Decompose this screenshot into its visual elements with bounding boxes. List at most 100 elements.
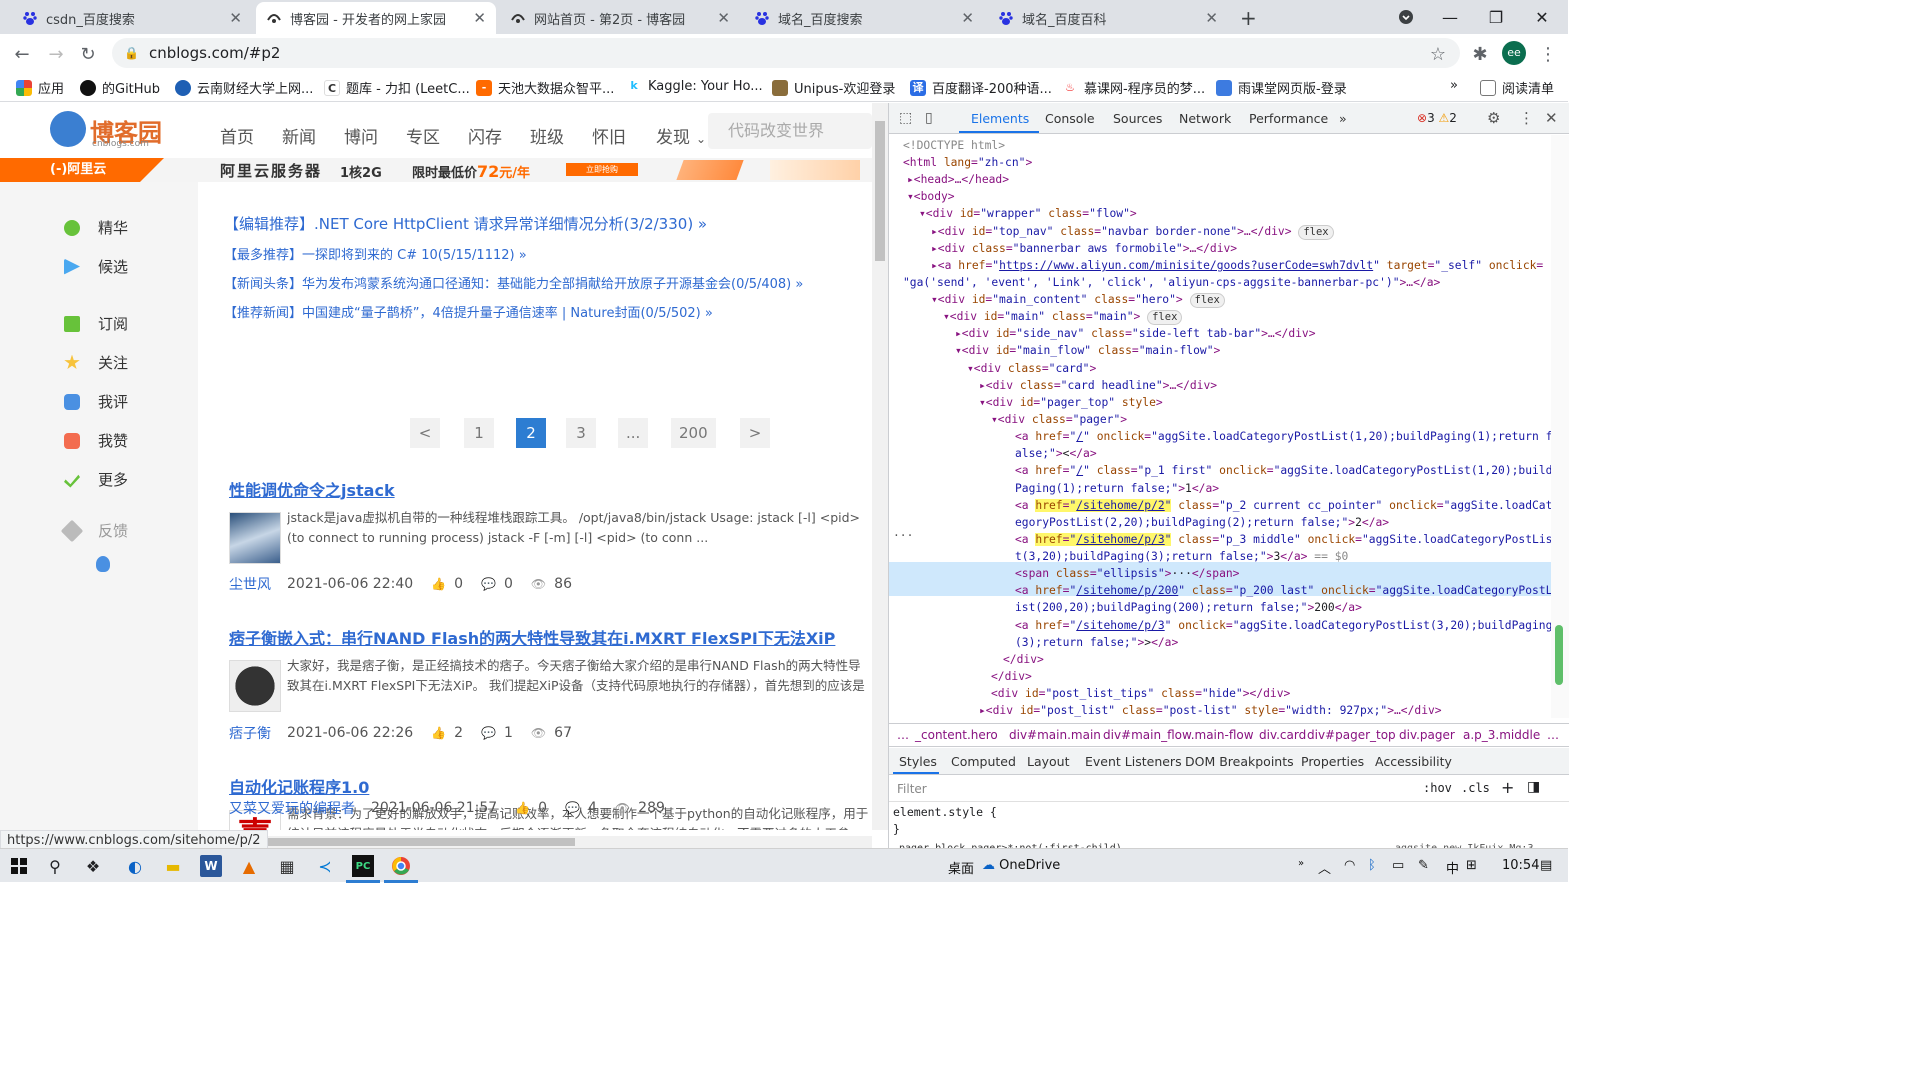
profile-avatar[interactable]: ee (1502, 41, 1526, 65)
tab-properties[interactable]: Properties (1301, 754, 1364, 769)
ime-indicator[interactable]: 中 (1446, 858, 1459, 877)
devtools-more-icon[interactable]: ⋮ (1519, 109, 1534, 127)
crumb[interactable]: div.pager (1399, 728, 1455, 742)
page-vertical-scrollbar[interactable] (872, 103, 888, 830)
crumb[interactable]: div#main.main (1009, 728, 1101, 742)
bookmark-leetcode[interactable]: C 题库 - 力扣 (LeetC... (324, 78, 470, 97)
element-style-rule[interactable]: element.style { (893, 805, 997, 819)
pager-page-2-current[interactable]: 2 (516, 418, 546, 448)
crumb-current[interactable]: a.p_3.middle (1463, 728, 1540, 742)
back-arrow-icon[interactable]: ← (8, 40, 36, 68)
headline-recommended-news[interactable]: 【推荐新闻】中国建成“量子鹊桥”，4倍提升量子通信速率 | Nature封面(0… (224, 302, 713, 321)
tab-elements[interactable]: Elements (971, 111, 1029, 126)
wifi-icon[interactable]: ◠ (1344, 858, 1355, 873)
tab-dom-breakpoints[interactable]: DOM Breakpoints (1185, 754, 1294, 769)
search-icon[interactable]: ⚲ (44, 855, 66, 877)
pager-page-3[interactable]: 3 (566, 418, 596, 448)
pager-page-1[interactable]: 1 (464, 418, 494, 448)
desktop-toolbar[interactable]: 桌面 (948, 858, 974, 877)
post-title[interactable]: 痞子衡嵌入式：串行NAND Flash的两大特性导致其在i.MXRT FlexS… (229, 625, 835, 649)
post-comments[interactable]: 💬 1 (481, 725, 513, 741)
headline-editor-pick[interactable]: 【编辑推荐】.NET Core HttpClient 请求异常详细情况分析(3/… (224, 213, 707, 234)
hover-state-toggle[interactable]: :hov (1423, 781, 1452, 795)
dom-tree[interactable]: <!DOCTYPE html> <html lang="zh-cn"> ▸<he… (889, 135, 1551, 718)
post-comments[interactable]: 💬 4 (565, 800, 597, 816)
crumb[interactable]: div#main_flow.main-flow (1103, 728, 1254, 742)
edge-browser-icon[interactable]: ◐ (124, 855, 146, 877)
bookmark-ynufe[interactable]: 云南财经大学上网... (175, 78, 313, 97)
tab-performance[interactable]: Performance (1249, 111, 1328, 126)
class-toggle[interactable]: .cls (1461, 781, 1490, 795)
close-devtools-icon[interactable]: ✕ (1545, 109, 1558, 127)
browser-tab-5[interactable]: 域名_百度百科 ✕ (988, 2, 1228, 34)
browser-tab-2[interactable]: 博客园 - 开发者的网上家园 ✕ (256, 2, 496, 34)
tab-sources[interactable]: Sources (1113, 111, 1162, 126)
post-comments[interactable]: 💬 0 (481, 576, 513, 592)
post-author[interactable]: 又菜又爱玩的编程者 (229, 798, 355, 818)
sidebar-item-feedback[interactable]: 反馈 (60, 519, 128, 542)
sidebar-item-my-likes[interactable]: 我赞 (64, 430, 128, 451)
pager-page-200[interactable]: 200 (671, 418, 716, 448)
crumb[interactable]: … (897, 728, 909, 742)
new-tab-button[interactable]: + (1240, 6, 1257, 30)
bookmark-baidu-translate[interactable]: 译百度翻译-200种语... (910, 78, 1052, 97)
pycharm-icon[interactable]: PC (352, 855, 374, 877)
dom-vertical-scrollbar[interactable] (1551, 135, 1569, 718)
nav-news[interactable]: 新闻 (282, 123, 316, 148)
close-window-icon[interactable]: ✕ (1522, 4, 1562, 30)
clock[interactable]: 10:54 (1502, 858, 1539, 873)
forward-arrow-icon[interactable]: → (42, 40, 70, 68)
bookmark-kaggle[interactable]: k Kaggle: Your Ho... (626, 78, 763, 94)
notifications-icon[interactable]: ▤ (1540, 858, 1552, 873)
cnblogs-logo-icon[interactable] (50, 111, 86, 147)
sidebar-item-candidate[interactable]: 候选 (64, 256, 128, 277)
inspect-element-icon[interactable]: ⬚ (899, 110, 912, 126)
lightbulb-icon[interactable] (96, 556, 110, 572)
post-thumbnail[interactable] (229, 660, 281, 712)
nav-home[interactable]: 首页 (220, 123, 254, 148)
nav-discover[interactable]: 发现 ⌄ (656, 123, 706, 148)
scrollbar-thumb[interactable] (240, 838, 575, 846)
app-icon[interactable]: ▦ (276, 855, 298, 877)
restore-icon[interactable]: ❐ (1476, 4, 1516, 30)
node-actions-ellipsis[interactable]: ··· (893, 527, 913, 544)
vscode-icon[interactable]: ≺ (314, 855, 336, 877)
tab-event-listeners[interactable]: Event Listeners (1085, 754, 1182, 769)
crumb[interactable]: div#pager_top (1307, 728, 1396, 742)
close-tab-icon[interactable]: ✕ (1205, 9, 1218, 27)
onedrive-toolbar[interactable]: ☁ OneDrive (982, 858, 1060, 873)
bookmark-tianchi[interactable]: - 天池大数据众智平... (476, 78, 614, 97)
browser-tab-4[interactable]: 域名_百度搜索 ✕ (744, 2, 984, 34)
pager-prev[interactable]: < (410, 418, 440, 448)
post-author[interactable]: 痞子衡 (229, 723, 271, 743)
crumb[interactable]: … (1547, 728, 1559, 742)
toolbar-overflow[interactable]: » (1298, 858, 1304, 869)
post-author[interactable]: 尘世风 (229, 574, 271, 594)
nav-zones[interactable]: 专区 (406, 123, 440, 148)
extensions-puzzle-icon[interactable]: ✱ (1466, 40, 1494, 68)
bookmarks-overflow[interactable]: » (1450, 78, 1458, 93)
close-tab-icon[interactable]: ✕ (473, 9, 486, 27)
battery-icon[interactable]: ▭ (1392, 858, 1404, 873)
file-explorer-icon[interactable]: ▬ (162, 855, 184, 877)
device-toolbar-icon[interactable]: ▯ (925, 110, 933, 126)
tab-styles[interactable]: Styles (899, 754, 937, 769)
bookmark-apps[interactable]: 应用 (16, 78, 64, 97)
post-likes[interactable]: 👍 2 (431, 725, 463, 741)
browser-tab-1[interactable]: csdn_百度搜索 ✕ (12, 2, 252, 34)
reload-icon[interactable]: ↻ (74, 40, 102, 68)
bookmark-imooc[interactable]: ♨ 慕课网-程序员的梦... (1062, 78, 1205, 97)
nav-questions[interactable]: 博问 (344, 123, 378, 148)
headline-most-recommended[interactable]: 【最多推荐】一探即将到来的 C# 10(5/15/1112) » (224, 244, 527, 263)
sidebar-item-picked[interactable]: 精华 (64, 217, 128, 238)
browser-tab-3[interactable]: 网站首页 - 第2页 - 博客园 ✕ (500, 2, 740, 34)
banner-cta-button[interactable]: 立即抢购 (566, 163, 638, 176)
scrollbar-thumb[interactable] (1555, 625, 1563, 685)
nav-ing[interactable]: 闪存 (468, 123, 502, 148)
sidebar-item-my-comments[interactable]: 我评 (64, 391, 128, 412)
crumb[interactable]: div.card (1259, 728, 1306, 742)
show-hidden-icons[interactable]: ︿ (1318, 858, 1331, 877)
new-style-rule-icon[interactable]: + (1501, 778, 1514, 797)
close-tab-icon[interactable]: ✕ (961, 9, 974, 27)
nav-class[interactable]: 班级 (530, 123, 564, 148)
